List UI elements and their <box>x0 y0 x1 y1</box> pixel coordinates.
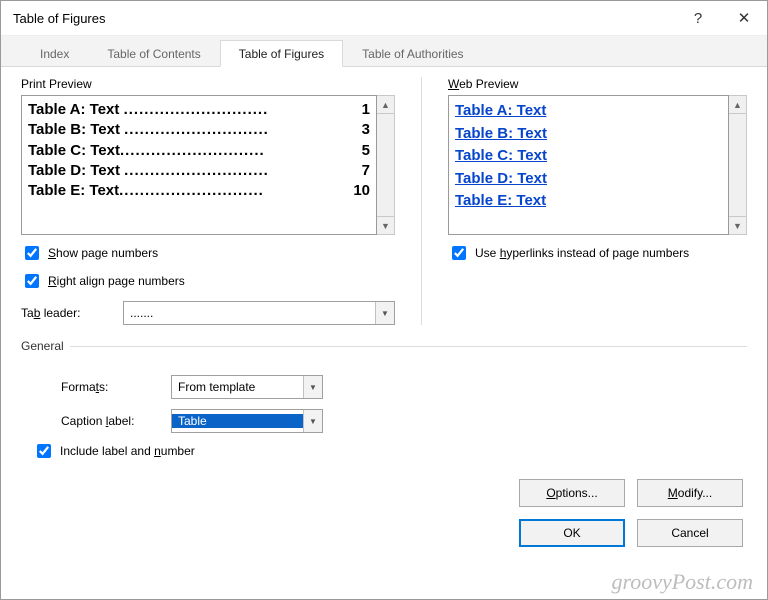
web-preview-line: Table B: Text <box>455 123 722 146</box>
close-icon: ✕ <box>738 9 751 27</box>
scroll-up-icon[interactable]: ▲ <box>729 96 746 114</box>
use-hyperlinks-checkbox[interactable]: Use hyperlinks instead of page numbers <box>448 243 747 263</box>
modify-button[interactable]: Modify... <box>637 479 743 507</box>
web-preview-line: Table C: Text <box>455 145 722 168</box>
tab-leader-label: Tab leader: <box>21 306 113 320</box>
web-preview-scrollbar[interactable]: ▲ ▼ <box>729 95 747 235</box>
web-preview-box: Table A: Text Table B: Text Table C: Tex… <box>448 95 729 235</box>
content: Print Preview Table A: Text ............… <box>1 67 767 471</box>
web-preview-line: Table D: Text <box>455 168 722 191</box>
right-align-input[interactable] <box>25 274 39 288</box>
tabstrip: Index Table of Contents Table of Figures… <box>1 36 767 67</box>
print-preview-line: Table A: Text ..........................… <box>28 100 370 120</box>
web-preview-column: Web Preview Table A: Text Table B: Text … <box>448 77 747 325</box>
print-preview-line: Table C: Text...........................… <box>28 141 370 161</box>
formats-label: Formats: <box>61 380 161 394</box>
watermark: groovyPost.com <box>611 571 753 593</box>
print-preview-box: Table A: Text ..........................… <box>21 95 377 235</box>
secondary-buttons: Options... Modify... <box>519 479 743 507</box>
tab-table-of-figures[interactable]: Table of Figures <box>220 40 343 67</box>
print-preview-line: Table E: Text...........................… <box>28 181 370 201</box>
print-preview-line: Table B: Text ..........................… <box>28 120 370 140</box>
print-preview-column: Print Preview Table A: Text ............… <box>21 77 395 325</box>
use-hyperlinks-input[interactable] <box>452 246 466 260</box>
help-icon: ? <box>694 10 702 27</box>
cancel-button[interactable]: Cancel <box>637 519 743 547</box>
tab-table-of-authorities[interactable]: Table of Authorities <box>343 40 482 67</box>
options-button[interactable]: Options... <box>519 479 625 507</box>
column-divider <box>421 77 422 325</box>
tab-table-of-contents[interactable]: Table of Contents <box>88 40 219 67</box>
web-preview-line: Table A: Text <box>455 100 722 123</box>
help-button[interactable]: ? <box>675 1 721 35</box>
include-label-number-checkbox[interactable]: Include label and number <box>33 441 739 461</box>
window-title: Table of Figures <box>13 11 675 26</box>
formats-combo[interactable]: From template ▼ <box>171 375 323 399</box>
chevron-down-icon[interactable]: ▼ <box>375 302 394 324</box>
titlebar: Table of Figures ? ✕ <box>1 1 767 36</box>
caption-label-combo[interactable]: Table ▼ <box>171 409 323 433</box>
web-preview-line: Table E: Text <box>455 190 722 213</box>
print-preview-label: Print Preview <box>21 77 395 91</box>
show-page-numbers-checkbox[interactable]: Show page numbers <box>21 243 395 263</box>
scroll-up-icon[interactable]: ▲ <box>377 96 394 114</box>
close-button[interactable]: ✕ <box>721 1 767 35</box>
scroll-down-icon[interactable]: ▼ <box>729 216 746 234</box>
print-preview-scrollbar[interactable]: ▲ ▼ <box>377 95 395 235</box>
chevron-down-icon[interactable]: ▼ <box>303 410 322 432</box>
include-label-number-input[interactable] <box>37 444 51 458</box>
show-page-numbers-input[interactable] <box>25 246 39 260</box>
tab-leader-combo[interactable]: ....... ▼ <box>123 301 395 325</box>
general-heading: General <box>21 339 70 353</box>
scroll-track[interactable] <box>377 114 394 216</box>
right-align-checkbox[interactable]: Right align page numbers <box>21 271 395 291</box>
general-group: General Formats: From template ▼ Caption… <box>21 339 747 471</box>
caption-label-label: Caption label: <box>61 414 161 428</box>
chevron-down-icon[interactable]: ▼ <box>303 376 322 398</box>
tab-index[interactable]: Index <box>21 40 88 67</box>
scroll-down-icon[interactable]: ▼ <box>377 216 394 234</box>
print-preview-line: Table D: Text ..........................… <box>28 161 370 181</box>
web-preview-label: Web Preview <box>448 77 747 91</box>
dialog-buttons: OK Cancel <box>519 519 743 547</box>
dialog-table-of-figures: Table of Figures ? ✕ Index Table of Cont… <box>0 0 768 600</box>
ok-button[interactable]: OK <box>519 519 625 547</box>
scroll-track[interactable] <box>729 114 746 216</box>
